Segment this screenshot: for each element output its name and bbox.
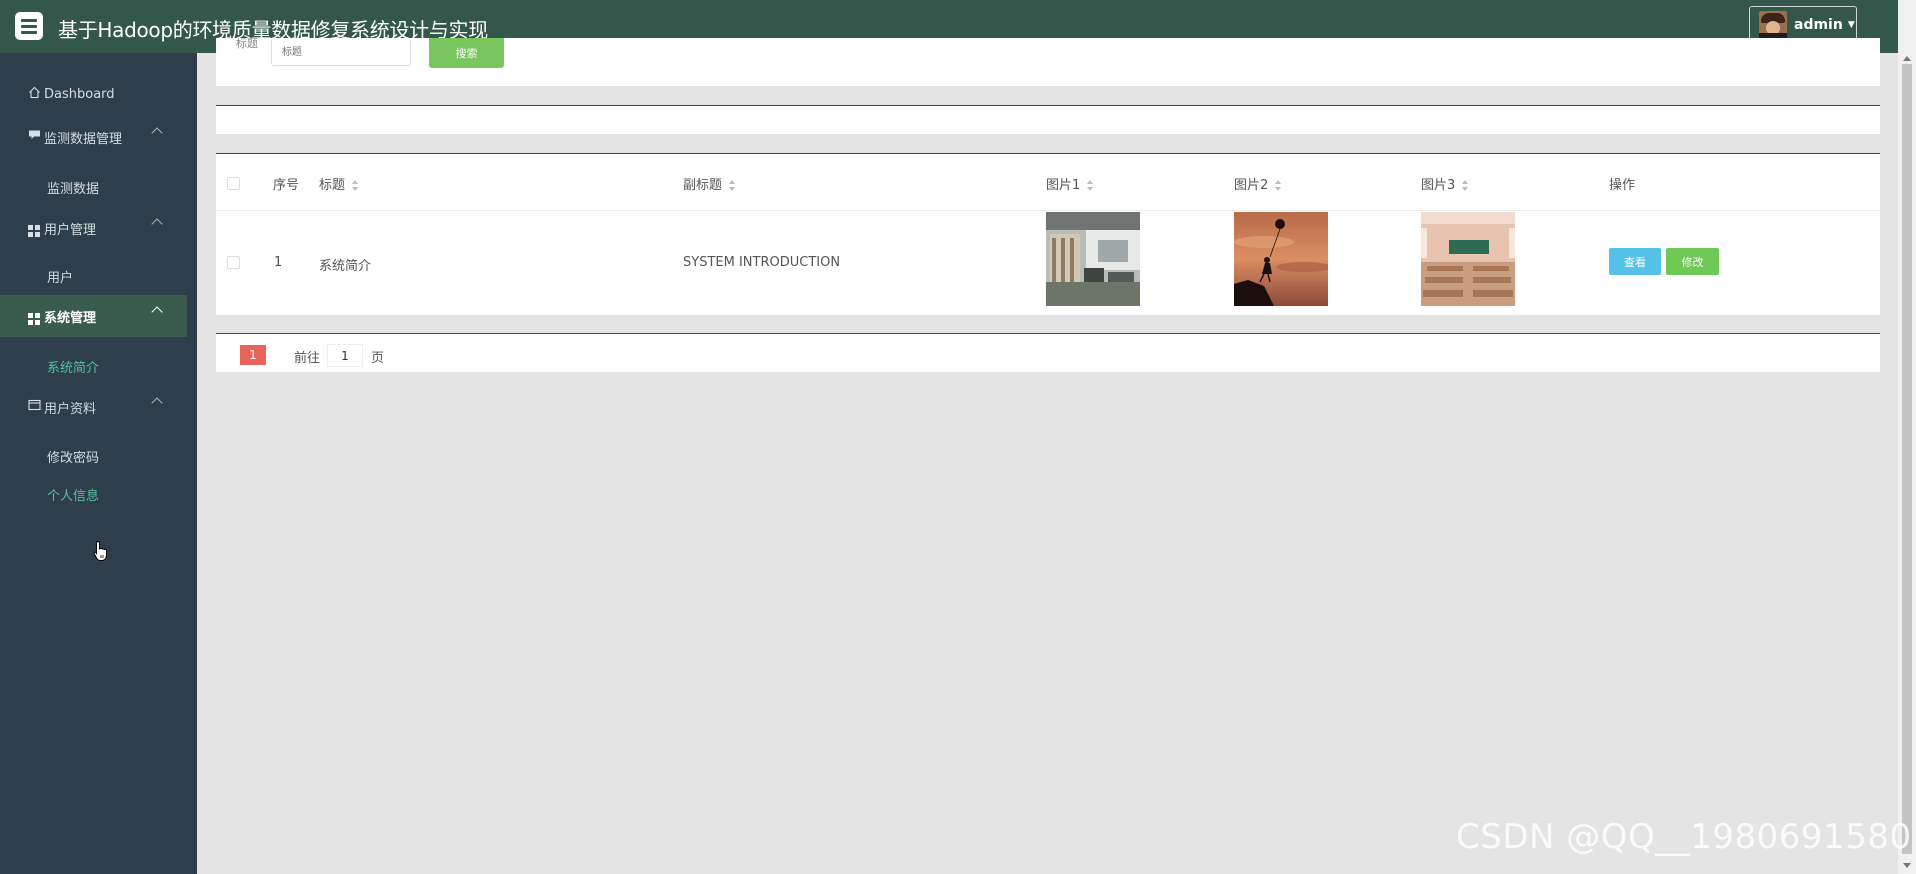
sort-icon[interactable] [1275, 179, 1282, 192]
header-divider [216, 210, 1880, 211]
chevron-up-icon [151, 218, 163, 230]
scroll-up-icon[interactable] [1903, 56, 1911, 61]
sidebar-item-system-intro[interactable]: 系统简介 [47, 357, 99, 376]
scrollbar[interactable] [1898, 0, 1916, 874]
column-header-image2[interactable]: 图片2 [1234, 174, 1282, 193]
sidebar-group-label: 用户资料 [44, 401, 97, 417]
view-button[interactable]: 查看 [1609, 248, 1661, 275]
column-header-subtitle[interactable]: 副标题 [683, 174, 736, 193]
grid-icon [26, 219, 42, 237]
column-header-label: 图片2 [1234, 178, 1269, 193]
data-table: 序号 标题 副标题 图片1 图片2 图片3 操作 1 系统简介 SYSTEM I… [216, 153, 1880, 315]
id-card-icon [26, 399, 42, 415]
sidebar-group-label: 系统管理 [44, 310, 97, 326]
goto-label: 前往 [294, 351, 321, 366]
column-header-label: 标题 [319, 178, 346, 193]
user-name: admin [1794, 17, 1843, 33]
edit-button[interactable]: 修改 [1666, 248, 1719, 275]
goto-page-input[interactable] [327, 344, 363, 367]
hand-cursor-icon [93, 540, 107, 561]
chevron-up-icon [151, 397, 163, 409]
column-header-label: 图片1 [1046, 178, 1081, 193]
sidebar-group-profile[interactable]: 用户资料 [0, 386, 187, 428]
sort-icon[interactable] [729, 179, 736, 192]
sidebar-group-system[interactable]: 系统管理 [0, 295, 187, 337]
search-panel: 标题 搜索 [216, 37, 1880, 86]
page-unit-label: 页 [371, 351, 385, 366]
sidebar-group-label: 用户管理 [44, 222, 97, 238]
page-number-button[interactable]: 1 [240, 345, 266, 365]
search-button[interactable]: 搜索 [429, 38, 504, 68]
row-index: 1 [274, 255, 283, 270]
row-title: 系统简介 [319, 259, 372, 274]
column-header-label: 副标题 [683, 178, 723, 193]
watermark: CSDN @QQ__1980691580 [1456, 817, 1912, 857]
column-header-label: 图片3 [1421, 178, 1456, 193]
sidebar-item-personal-info[interactable]: 个人信息 [47, 485, 99, 504]
search-input[interactable] [271, 40, 411, 66]
column-header-actions: 操作 [1609, 178, 1636, 193]
sidebar-item-change-password[interactable]: 修改密码 [47, 447, 99, 466]
image2-thumbnail[interactable] [1234, 212, 1328, 306]
column-header-index: 序号 [273, 178, 300, 193]
select-all-checkbox[interactable] [227, 177, 240, 190]
row-subtitle: SYSTEM INTRODUCTION [683, 255, 841, 270]
menu-toggle-icon[interactable] [15, 12, 43, 40]
sort-icon[interactable] [1462, 179, 1469, 192]
avatar [1759, 11, 1787, 39]
scroll-down-icon[interactable] [1903, 863, 1911, 868]
sort-icon[interactable] [352, 179, 359, 192]
sidebar-item-label: Dashboard [44, 86, 115, 102]
sort-icon[interactable] [1087, 179, 1094, 192]
column-header-image3[interactable]: 图片3 [1421, 174, 1469, 193]
sidebar-item-monitor-data[interactable]: 监测数据 [47, 178, 99, 197]
chevron-up-icon [151, 127, 163, 139]
sidebar-group-users[interactable]: 用户管理 [0, 207, 187, 249]
pagination: 1 前往 页 [216, 333, 1880, 372]
sidebar-item-user[interactable]: 用户 [47, 267, 73, 286]
sidebar-group-monitor[interactable]: 监测数据管理 [0, 116, 187, 158]
toolbar-panel [216, 105, 1880, 134]
caret-down-icon: ▼ [1847, 20, 1855, 30]
scroll-thumb[interactable] [1902, 64, 1912, 854]
image1-thumbnail[interactable] [1046, 212, 1140, 306]
home-icon [26, 86, 42, 103]
grid-icon [26, 307, 42, 325]
sidebar: Dashboard 监测数据管理 监测数据 用户管理 用户 系统管理 系统简介 … [0, 53, 197, 874]
chevron-up-icon [151, 306, 163, 318]
row-checkbox[interactable] [227, 256, 240, 269]
search-label: 标题 [236, 37, 258, 50]
image3-thumbnail[interactable] [1421, 212, 1515, 306]
comment-icon [26, 129, 42, 145]
sidebar-item-dashboard[interactable]: Dashboard [0, 73, 187, 115]
column-header-image1[interactable]: 图片1 [1046, 174, 1094, 193]
column-header-title[interactable]: 标题 [319, 174, 359, 193]
sidebar-group-label: 监测数据管理 [44, 131, 123, 147]
